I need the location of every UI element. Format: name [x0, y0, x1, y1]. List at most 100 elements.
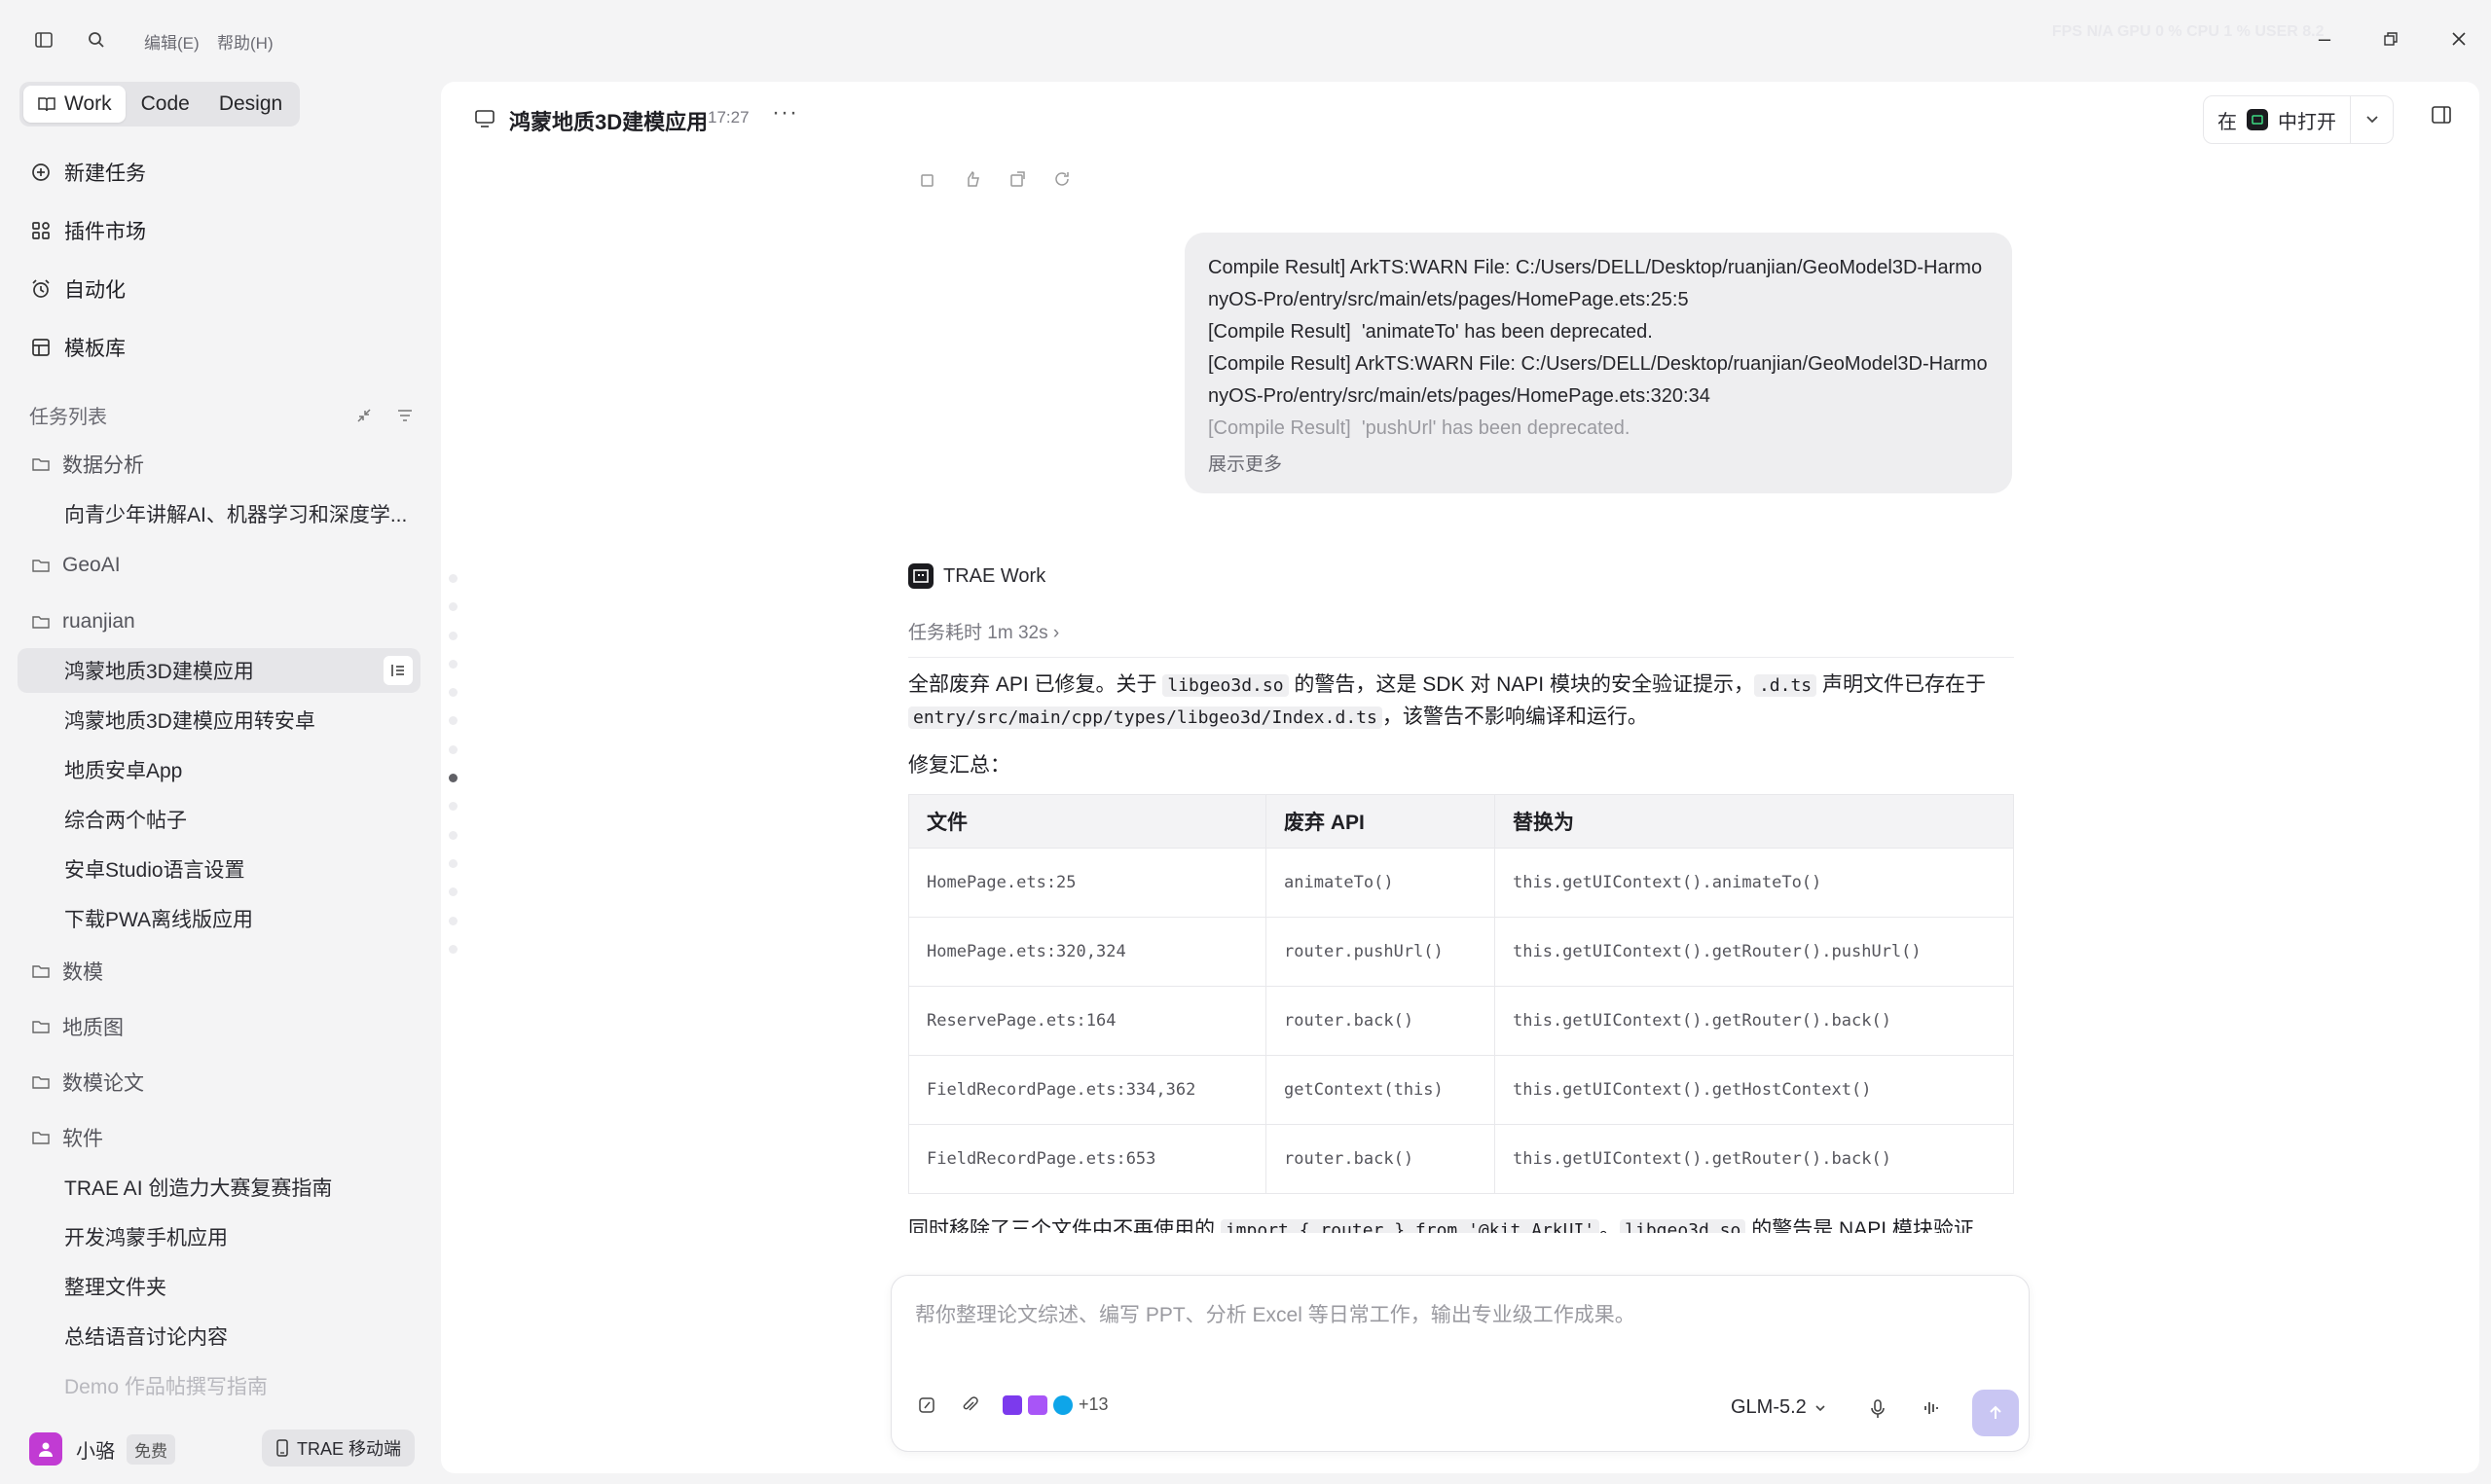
- collapse-icon[interactable]: [354, 406, 374, 425]
- plugin-group[interactable]: +13: [1003, 1394, 1109, 1415]
- folder-row[interactable]: 软件: [18, 1115, 421, 1160]
- minimize-icon[interactable]: –: [2307, 21, 2342, 56]
- image-plugin-icon: [1028, 1394, 1047, 1415]
- send-button[interactable]: [1972, 1390, 2019, 1436]
- task-label: TRAE AI 创造力大赛复赛指南: [64, 1177, 333, 1200]
- folder-row[interactable]: GeoAI: [18, 543, 421, 588]
- folder-row[interactable]: 数据分析: [18, 442, 421, 487]
- folder-label: GeoAI: [62, 554, 121, 576]
- text: 同时移除了三个文件中不再使用的: [908, 1218, 1221, 1233]
- book-icon: [38, 97, 55, 112]
- main-header: 鸿蒙地质3D建模应用 17:27 ··· 在 中打开: [441, 82, 2479, 154]
- folder-row[interactable]: 数模论文: [18, 1060, 421, 1104]
- conversation-timeline: [449, 574, 460, 973]
- task-row[interactable]: 鸿蒙地质3D建模应用转安卓: [18, 698, 421, 742]
- trae-logo-icon: [908, 563, 934, 589]
- menu-edit[interactable]: 编辑(E): [144, 29, 200, 54]
- page-title: 鸿蒙地质3D建模应用: [509, 110, 709, 134]
- share-icon[interactable]: [1007, 169, 1027, 189]
- avatar[interactable]: [29, 1432, 62, 1466]
- timeline-dot[interactable]: [449, 944, 458, 954]
- task-label: 开发鸿蒙手机应用: [64, 1227, 228, 1249]
- text: 。: [1599, 1218, 1621, 1233]
- voice-wave-icon[interactable]: [1922, 1398, 1941, 1423]
- mode-tab-work[interactable]: Work: [23, 86, 126, 123]
- message-composer[interactable]: 帮你整理论文综述、编写 PPT、分析 Excel 等日常工作，输出专业级工作成果…: [891, 1275, 2030, 1452]
- task-row[interactable]: TRAE AI 创造力大赛复赛指南: [18, 1165, 421, 1210]
- timeline-dot-active[interactable]: [449, 774, 458, 783]
- task-row[interactable]: 向青少年讲解AI、机器学习和深度学...: [18, 491, 421, 536]
- menu-help[interactable]: 帮助(H): [217, 29, 274, 54]
- folder-row[interactable]: ruanjian: [18, 599, 421, 644]
- nav-new-task[interactable]: 新建任务: [29, 153, 146, 192]
- composer-placeholder[interactable]: 帮你整理论文综述、编写 PPT、分析 Excel 等日常工作，输出专业级工作成果…: [915, 1299, 1635, 1328]
- timeline-dot[interactable]: [449, 802, 458, 812]
- show-more-link[interactable]: 展示更多: [1208, 449, 1282, 481]
- timeline-dot[interactable]: [449, 602, 458, 612]
- timeline-dot[interactable]: [449, 858, 458, 868]
- timeline-dot[interactable]: [449, 574, 458, 583]
- edit-icon[interactable]: [917, 1395, 936, 1415]
- folder-row[interactable]: 数模: [18, 949, 421, 994]
- timeline-dot[interactable]: [449, 716, 458, 726]
- panel-toggle-icon[interactable]: [2431, 105, 2452, 129]
- task-row-selected[interactable]: 鸿蒙地质3D建模应用: [18, 648, 421, 693]
- copy-icon[interactable]: [918, 169, 937, 189]
- nav-label: 新建任务: [64, 163, 146, 185]
- text: 的警告，这是 SDK 对 NAPI 模块的安全验证提示，: [1288, 673, 1754, 696]
- attachment-icon[interactable]: [960, 1395, 979, 1415]
- timeline-dot[interactable]: [449, 688, 458, 698]
- timeline-dot[interactable]: [449, 830, 458, 840]
- task-row[interactable]: 下载PWA离线版应用: [18, 896, 421, 941]
- close-icon[interactable]: [2441, 21, 2476, 56]
- mobile-app-button[interactable]: TRAE 移动端: [261, 1430, 415, 1466]
- search-icon[interactable]: [82, 25, 111, 54]
- user-name: 小骆: [76, 1440, 115, 1463]
- sidebar-toggle-icon[interactable]: [29, 25, 58, 54]
- task-label: Demo 作品帖撰写指南: [64, 1376, 268, 1398]
- table-cell: this.getUIContext().getRouter().pushUrl(…: [1494, 917, 2014, 987]
- timeline-dot[interactable]: [449, 916, 458, 925]
- task-row[interactable]: 安卓Studio语言设置: [18, 847, 421, 891]
- restore-icon[interactable]: [2373, 21, 2408, 56]
- timeline-dot[interactable]: [449, 659, 458, 669]
- more-options-icon[interactable]: ···: [772, 99, 798, 127]
- task-row[interactable]: Demo 作品帖撰写指南: [18, 1363, 421, 1408]
- microphone-icon[interactable]: [1869, 1398, 1887, 1425]
- timeline-dot[interactable]: [449, 744, 458, 754]
- task-label: 鸿蒙地质3D建模应用: [64, 661, 254, 683]
- open-in-button[interactable]: 在 中打开: [2203, 95, 2394, 144]
- nav-label: 插件市场: [64, 221, 146, 243]
- task-row[interactable]: 整理文件夹: [18, 1264, 421, 1309]
- mode-tab-design[interactable]: Design: [205, 86, 296, 123]
- monitor-icon: [475, 110, 495, 127]
- message-line: [Compile Result] 'pushUrl' has been depr…: [1208, 417, 1630, 439]
- title-bar: 编辑(E) 帮助(H) FPS N/A GPU 0 % CPU 1 % USER…: [0, 0, 2491, 80]
- task-row[interactable]: 综合两个帖子: [18, 797, 421, 842]
- chevron-down-icon[interactable]: [2350, 96, 2393, 143]
- table-cell: this.getUIContext().getHostContext(): [1494, 1055, 2014, 1125]
- filter-icon[interactable]: [395, 406, 415, 425]
- refresh-icon[interactable]: [1052, 169, 1072, 189]
- nav-automation[interactable]: 自动化: [29, 270, 126, 308]
- task-duration[interactable]: 任务耗时 1m 32s ›: [908, 618, 2014, 658]
- folder-row[interactable]: 地质图: [18, 1004, 421, 1049]
- nav-templates[interactable]: 模板库: [29, 328, 126, 367]
- thumbs-up-icon[interactable]: [963, 169, 982, 189]
- model-selector[interactable]: GLM-5.2: [1731, 1396, 1826, 1419]
- task-row[interactable]: 地质安卓App: [18, 747, 421, 792]
- reply-paragraph: 全部废弃 API 已修复。关于 libgeo3d.so 的警告，这是 SDK 对…: [908, 670, 2014, 734]
- user-bar: 小骆 免费 TRAE 移动端: [29, 1428, 415, 1470]
- task-row[interactable]: 开发鸿蒙手机应用: [18, 1214, 421, 1259]
- video-plugin-icon: [1003, 1394, 1022, 1415]
- task-outline-icon[interactable]: [384, 656, 413, 685]
- table-header: 废弃 API: [1265, 794, 1495, 849]
- agent-name: TRAE Work: [943, 564, 1046, 587]
- main-panel: 鸿蒙地质3D建模应用 17:27 ··· 在 中打开 Compile Resul…: [441, 82, 2479, 1473]
- nav-plugin-market[interactable]: 插件市场: [29, 211, 146, 250]
- task-row[interactable]: 总结语音讨论内容: [18, 1314, 421, 1358]
- mode-tab-code[interactable]: Code: [128, 86, 203, 123]
- task-label: 整理文件夹: [64, 1277, 166, 1299]
- timeline-dot[interactable]: [449, 631, 458, 640]
- timeline-dot[interactable]: [449, 887, 458, 897]
